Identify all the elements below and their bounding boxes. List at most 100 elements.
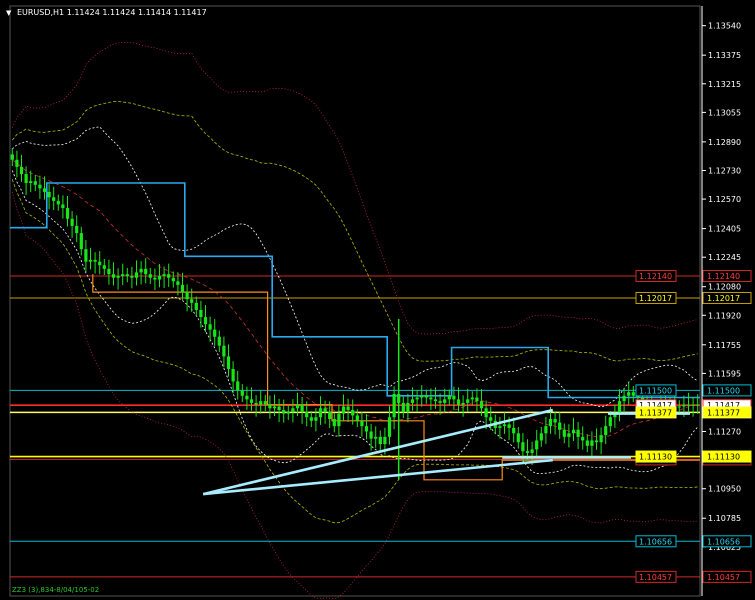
candle-body [355,415,359,421]
candle-body [240,390,244,396]
candle-body [447,395,451,400]
candle-body [305,411,309,418]
candle-body [594,440,599,443]
candle-body [608,417,612,427]
candle-body [452,395,456,400]
outer-upper-band [11,101,698,362]
level-tag-label: 1.12017 [639,294,672,303]
candle-body [323,408,327,412]
candle-body [604,426,608,436]
y-tick-label: 1.11595 [708,369,741,378]
candle-body [88,259,93,262]
dropdown-arrow-icon[interactable]: ▼ [6,9,11,17]
candle-body [157,275,162,280]
candle-body [272,406,277,409]
candle-body [79,233,83,250]
candle-body [29,181,33,183]
y-tick-label: 1.13540 [708,22,741,31]
candle-body [314,417,318,421]
candle-body [567,433,571,437]
candle-body [512,427,516,434]
candle-body [98,261,102,266]
axis-price-label: 1.11500 [707,386,740,395]
candle-body [259,401,263,405]
candle-body [433,399,438,402]
candle-body [677,406,681,408]
candle-body [369,431,373,439]
y-tick-label: 1.13215 [708,80,741,89]
plot-area-border [9,5,701,597]
candle-body [415,397,419,400]
candle-body [153,277,157,280]
candle-body [268,404,272,409]
candle-body [392,393,396,418]
candle-body [383,436,387,445]
candle-body [139,268,143,273]
level-tag-label: 1.11500 [639,386,672,395]
level-tag-label: 1.12140 [639,272,672,281]
candle-body [530,449,534,453]
y-tick-label: 1.11755 [708,341,741,350]
candle-body [102,265,106,269]
candle-body [475,397,479,402]
candle-body [599,435,603,443]
candle-body [75,225,79,234]
candle-body [38,184,42,189]
candle-body [295,404,300,409]
candle-body [134,272,139,278]
axis-price-label: 1.12140 [707,272,740,281]
candle-body [429,397,433,400]
candle-body [309,417,313,421]
candle-body [479,401,484,409]
candle-body [410,399,415,403]
y-tick-label: 1.12890 [708,138,741,147]
candle-body [190,299,194,303]
candle-body [180,284,185,293]
candle-body [249,399,254,403]
y-tick-label: 1.12245 [708,253,741,262]
candle-body [424,395,428,398]
candle-body [622,395,626,402]
far-upper-band [11,42,698,335]
price-chart[interactable]: 1.13540 1.13375 1.13215 1.13055 1.12890 1.127… [0,0,755,600]
candle-body [502,424,507,427]
trendline[interactable] [202,408,554,496]
candle-body [282,410,286,414]
candle-body [222,345,226,357]
candle-body [15,159,19,167]
candle-body [116,275,120,278]
candle-body [682,404,686,407]
candle-body [489,417,493,421]
axis-price-label: 1.10457 [707,573,740,582]
symbol-label: EURUSD,H1 [16,8,65,17]
candle-body [484,408,488,418]
y-tick-label: 1.12570 [708,195,741,204]
candle-body [176,281,180,285]
candle-body [277,406,281,411]
candle-body [42,188,47,192]
candle-body [107,268,111,275]
candle-body [213,329,217,337]
candle-body [617,401,622,414]
candle-body [61,204,65,209]
candle-body [576,429,580,437]
outer-lower-band [11,179,698,524]
candle-body [162,274,166,276]
candle-body [332,419,336,427]
candle-body [328,411,332,419]
candle-body [686,404,691,406]
y-tick-label: 1.13055 [708,108,741,117]
candle-body [337,413,341,427]
candle-body [318,408,323,418]
y-tick-label: 1.12405 [708,225,741,234]
candle-body [70,218,74,226]
axis-price-label: 1.10656 [707,537,740,546]
symbol-header: ▼ EURUSD,H1 1.11424 1.11424 1.11414 1.11… [6,8,207,17]
trendline[interactable] [203,458,553,496]
axis-price-label: 1.12017 [707,294,740,303]
candle-body [199,309,203,318]
chart-frame[interactable]: 1.13540 1.13375 1.13215 1.13055 1.12890 1.127… [0,0,755,600]
candle-body [548,419,553,427]
axis-price-label: 1.11130 [707,453,740,462]
candle-body [521,442,525,452]
